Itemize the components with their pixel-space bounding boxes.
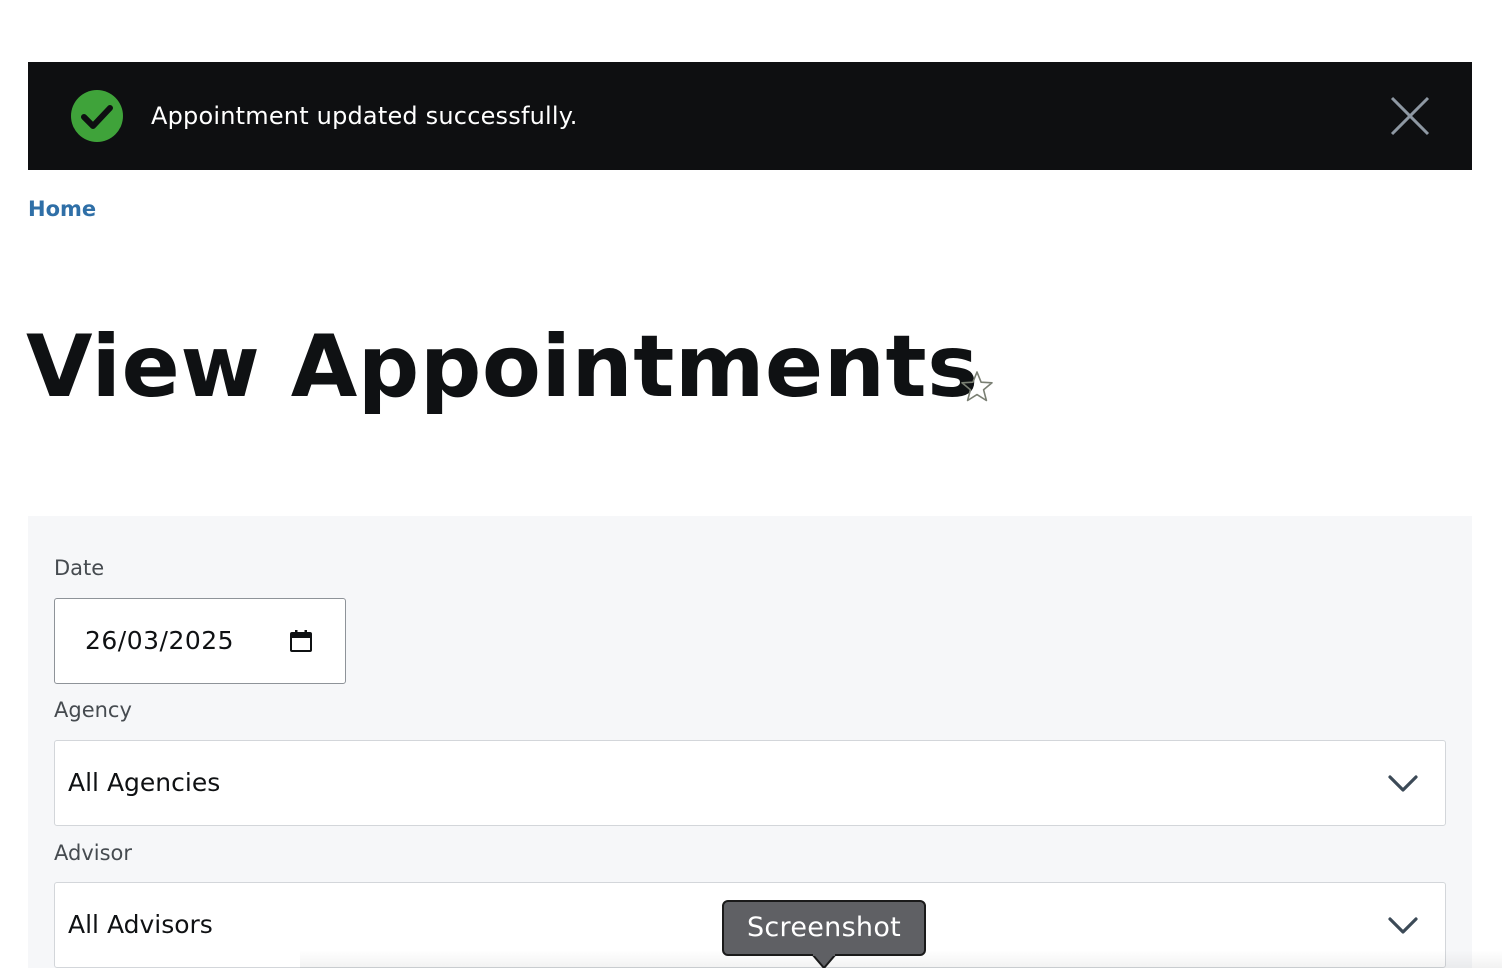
date-input[interactable]: 26/03/2025 (54, 598, 346, 684)
chevron-down-icon (1388, 775, 1418, 792)
date-value: 26/03/2025 (85, 626, 235, 655)
breadcrumb-home-link[interactable]: Home (28, 197, 96, 221)
success-banner: Appointment updated successfully. (28, 62, 1472, 170)
agency-label: Agency (54, 698, 132, 722)
page-header: View Appointments (26, 312, 993, 422)
page: Appointment updated successfully. Home V… (0, 0, 1502, 968)
page-title: View Appointments (26, 317, 979, 417)
tooltip-pointer-icon (812, 954, 836, 968)
screenshot-tooltip: Screenshot (722, 900, 926, 956)
banner-message: Appointment updated successfully. (151, 102, 578, 130)
check-circle-icon (71, 90, 123, 142)
calendar-icon[interactable] (289, 629, 313, 653)
advisor-selected-value: All Advisors (68, 910, 213, 939)
agency-selected-value: All Agencies (68, 768, 221, 797)
close-icon[interactable] (1388, 94, 1432, 138)
advisor-label: Advisor (54, 841, 133, 865)
agency-select[interactable]: All Agencies (54, 740, 1446, 826)
date-label: Date (54, 556, 105, 580)
star-outline-icon[interactable] (960, 370, 994, 404)
chevron-down-icon (1388, 917, 1418, 934)
